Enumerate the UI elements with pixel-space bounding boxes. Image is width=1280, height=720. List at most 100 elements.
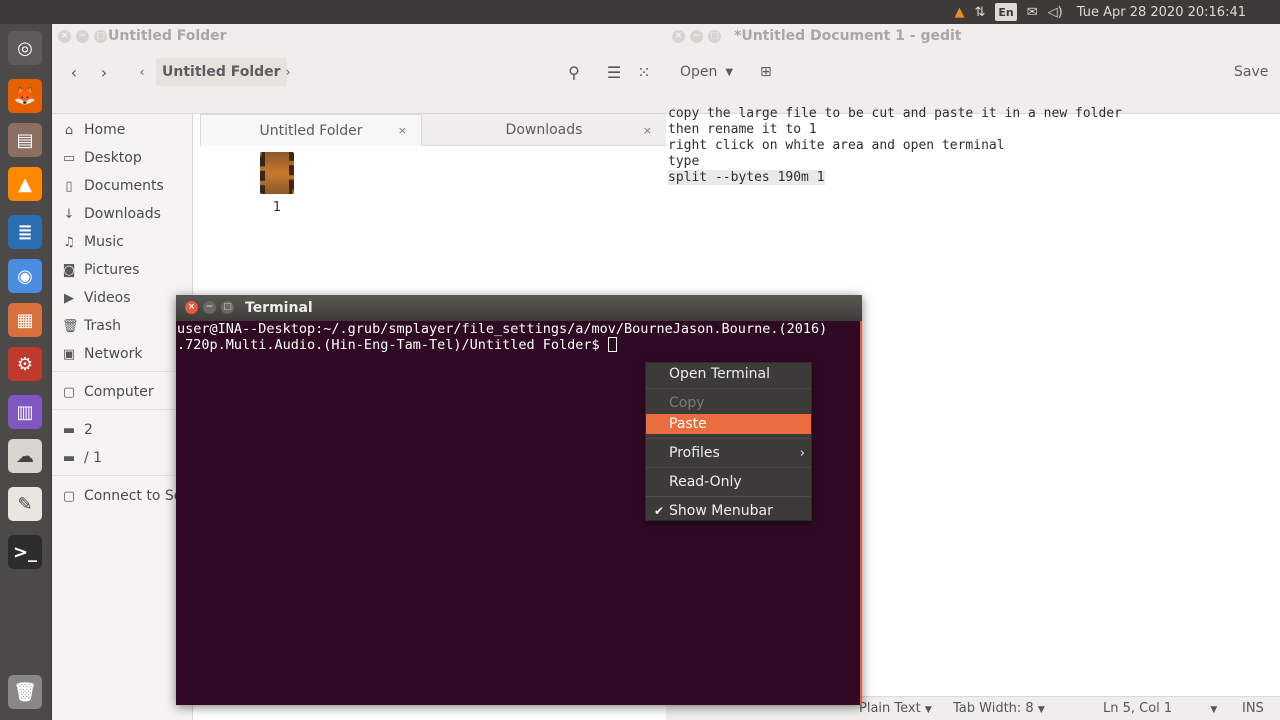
sidebar-item[interactable]: ▬ / 1	[62, 447, 102, 469]
language-selector[interactable]: Plain Text ▼	[859, 701, 932, 716]
close-icon[interactable]: ×	[398, 124, 407, 137]
network-icon[interactable]: ⇅	[975, 3, 986, 21]
chromium-icon[interactable]: ◉	[5, 256, 45, 296]
sidebar-separator	[52, 371, 192, 372]
menu-item-paste[interactable]: Paste	[646, 414, 811, 434]
sidebar-item[interactable]: ▶ Videos	[62, 287, 131, 309]
editor-line: copy the large file to be cut and paste …	[668, 106, 1122, 121]
sidebar-separator	[52, 409, 192, 410]
menu-item-show-menubar[interactable]: ✔ Show Menubar	[646, 500, 811, 522]
sidebar-item-label: Trash	[84, 318, 121, 334]
grid-view-button[interactable]: ⁙	[630, 58, 658, 86]
menu-item-read-only[interactable]: Read-Only	[646, 471, 811, 493]
cursor-position[interactable]: Ln 5, Col 1 ▼	[1103, 701, 1217, 716]
tab-width-selector[interactable]: Tab Width: 8 ▼	[953, 701, 1045, 716]
sidebar-item[interactable]: ▯ Documents	[62, 175, 164, 197]
search-button[interactable]: ⚲	[560, 58, 588, 86]
tab-downloads[interactable]: Downloads ×	[422, 114, 666, 146]
open-label: Open	[680, 64, 718, 80]
sidebar-item[interactable]: ▬ 2	[62, 419, 93, 441]
minimize-icon[interactable]: −	[690, 30, 703, 43]
top-panel: ▲ ⇅ En ✉ ◁) Tue Apr 28 2020 20:16:41	[0, 0, 1280, 24]
sidebar-item[interactable]: ◙ Pictures	[62, 259, 140, 281]
launcher-glyph: ◉	[8, 259, 42, 293]
sidebar-item[interactable]: ↓ Downloads	[62, 203, 161, 225]
impress-icon[interactable]: ▦	[5, 300, 45, 340]
close-icon[interactable]: ×	[185, 301, 198, 314]
file-name: 1	[272, 200, 282, 215]
trash-icon: 🗑	[62, 318, 79, 334]
menu-separator	[646, 496, 811, 497]
launcher-glyph: ▤	[8, 123, 42, 157]
terminal-icon[interactable]: >_	[5, 532, 45, 572]
back-button[interactable]: ‹	[60, 58, 88, 86]
ubuntu-dash-icon[interactable]: ◎	[5, 28, 45, 68]
software-icon[interactable]: ▥	[5, 392, 45, 432]
computer-icon: ▢	[62, 384, 76, 400]
music-icon: ♫	[63, 234, 75, 250]
trash-icon[interactable]: 🗑	[5, 672, 45, 712]
menu-separator	[646, 467, 811, 468]
text-editor[interactable]: copy the large file to be cut and paste …	[668, 90, 1122, 186]
file-item[interactable]: 1	[257, 152, 297, 215]
keyboard-layout-indicator[interactable]: En	[995, 3, 1017, 21]
path-left-arrow[interactable]: ‹	[128, 58, 156, 86]
sidebar-item[interactable]: ▢ Connect to Se	[62, 485, 183, 507]
close-icon[interactable]: ×	[643, 124, 652, 137]
new-tab-button[interactable]: ⊞	[760, 58, 772, 86]
sidebar-item[interactable]: ♫ Music	[62, 231, 124, 253]
launcher-glyph: ⚙	[8, 347, 42, 381]
maximize-icon[interactable]: □	[708, 30, 721, 43]
sidebar-item-label: Computer	[84, 384, 154, 400]
settings-icon[interactable]: ⚙	[5, 344, 45, 384]
desktop-icon: ▭	[62, 150, 76, 166]
writer-icon[interactable]: ≣	[5, 212, 45, 252]
save-button[interactable]: Save	[1234, 58, 1268, 86]
sidebar-item[interactable]: ▣ Network	[62, 343, 143, 365]
open-button[interactable]: Open ▼	[680, 58, 733, 86]
maximize-icon[interactable]: □	[94, 30, 107, 43]
pictures-icon: ◙	[62, 262, 76, 278]
volume-icon[interactable]: ◁)	[1048, 3, 1063, 21]
clock[interactable]: Tue Apr 28 2020 20:16:41	[1077, 5, 1246, 20]
minimize-icon[interactable]: −	[203, 301, 216, 314]
sidebar-item-label: Home	[84, 122, 126, 138]
menu-item-profiles[interactable]: Profiles ›	[646, 442, 811, 464]
sidebar-item[interactable]: ⌂ Home	[62, 119, 125, 141]
forward-button[interactable]: ›	[90, 58, 118, 86]
sidebar-separator	[52, 475, 192, 476]
files-icon[interactable]: ▤	[5, 120, 45, 160]
ubuntu-one-icon[interactable]: ☁	[5, 436, 45, 476]
path-current-folder[interactable]: Untitled Folder	[156, 58, 287, 86]
mail-icon[interactable]: ✉	[1027, 3, 1038, 21]
path-right-arrow[interactable]: ›	[274, 58, 302, 86]
vlc-icon[interactable]: ▲	[5, 164, 45, 204]
sidebar-item[interactable]: ▢ Computer	[62, 381, 154, 403]
list-view-button[interactable]: ☰	[600, 58, 628, 86]
sidebar-item[interactable]: 🗑 Trash	[62, 315, 121, 337]
terminal-output[interactable]: user@INA--Desktop:~/.grub/smplayer/file_…	[177, 321, 856, 353]
minimize-icon[interactable]: −	[76, 30, 89, 43]
close-icon[interactable]: ×	[672, 30, 685, 43]
sidebar-item-label: 2	[84, 422, 93, 438]
sidebar-item[interactable]: ▭ Desktop	[62, 147, 142, 169]
sidebar-item-label: Connect to Se	[84, 488, 183, 504]
launcher-glyph: ✎	[8, 487, 42, 521]
terminal-scrollbar[interactable]	[860, 321, 862, 705]
insert-mode[interactable]: INS	[1242, 701, 1264, 716]
maximize-icon[interactable]: □	[221, 301, 234, 314]
tab-untitled-folder[interactable]: Untitled Folder ×	[200, 114, 422, 146]
close-icon[interactable]: ×	[58, 30, 71, 43]
menu-item-open-terminal[interactable]: Open Terminal	[646, 363, 811, 385]
chevron-right-icon: ›	[799, 445, 805, 461]
tab-label: Untitled Folder	[259, 122, 363, 139]
list-icon: ☰	[606, 62, 622, 82]
vlc-tray-icon[interactable]: ▲	[955, 3, 965, 21]
firefox-icon[interactable]: 🦊	[5, 76, 45, 116]
sidebar-item-label: Documents	[84, 178, 164, 194]
gedit-titlebar: × − □ *Untitled Document 1 - gedit	[666, 24, 1280, 48]
text-editor-icon[interactable]: ✎	[5, 484, 45, 524]
sidebar-item-label: Videos	[84, 290, 131, 306]
search-icon: ⚲	[568, 62, 580, 82]
terminal-prompt-line: .720p.Multi.Audio.(Hin-Eng-Tam-Tel)/Unti…	[177, 337, 856, 353]
